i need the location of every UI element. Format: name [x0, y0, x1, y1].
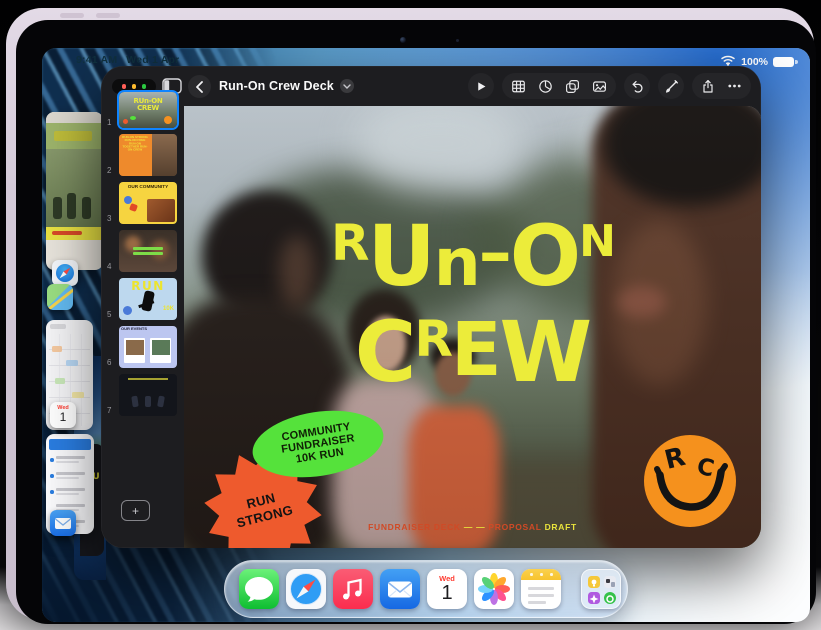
app-preview-safari[interactable] — [46, 112, 103, 270]
slide-thumbnail-5[interactable]: RUN 10K — [119, 278, 177, 320]
smile-icon — [644, 435, 736, 527]
slide-thumbnail-row: 7 — [107, 374, 179, 416]
screen: 9:41 AMWed 1 Apr 100% — [42, 48, 810, 622]
slide-title-line-1[interactable]: RUn–ON — [331, 214, 614, 298]
dock: Wed1 — [224, 560, 628, 618]
volume-up-button — [60, 13, 84, 18]
shapes-button[interactable] — [565, 79, 580, 94]
ipad-device: 9:41 AMWed 1 Apr 100% — [6, 8, 814, 620]
slide-thumbnail-1[interactable]: RUn-ONCREW — [119, 92, 177, 128]
slide-thumbnail-row: 5 RUN 10K — [107, 278, 179, 320]
music-app-icon[interactable] — [333, 569, 373, 609]
play-button[interactable] — [468, 73, 494, 99]
slide-thumbnail-row: 1 RUn-ONCREW — [107, 92, 179, 128]
back-button[interactable] — [188, 75, 211, 98]
rc-smiley-sticker[interactable]: R C — [644, 435, 736, 527]
safari-icon — [52, 260, 78, 286]
table-button[interactable] — [511, 79, 526, 94]
media-button[interactable] — [592, 79, 607, 94]
notes-app-icon[interactable] — [521, 569, 561, 609]
maps-icon — [47, 284, 73, 310]
slide-number: 6 — [107, 358, 111, 367]
status-time: 9:41 AM — [76, 54, 117, 66]
front-bezel: 9:41 AMWed 1 Apr 100% — [16, 20, 816, 624]
slide-thumbnail-row: 4 — [107, 230, 179, 272]
camera-sensor — [456, 39, 459, 42]
slide-thumbnail-row: 2 RUN-ON STRONG RUN-ON FREE RUN-ON TOGET… — [107, 134, 179, 176]
keynote-window[interactable]: Run-On Crew Deck — [101, 66, 761, 548]
mail-icon — [50, 510, 76, 536]
slide-number: 2 — [107, 166, 111, 175]
status-date: Wed 1 Apr — [126, 54, 179, 66]
slide-thumbnail-row: 6 OUR EVENTS — [107, 326, 179, 368]
mail-app-icon[interactable] — [380, 569, 420, 609]
slide-thumbnail-4[interactable] — [119, 230, 177, 272]
slide-thumbnail-row: 3 OUR COMMUNITY — [107, 182, 179, 224]
undo-button[interactable] — [624, 73, 650, 99]
more-button[interactable] — [727, 79, 742, 93]
title-chevron-down-icon[interactable] — [340, 79, 354, 93]
slide-title-line-2[interactable]: CREW — [355, 310, 590, 394]
slide-number: 1 — [107, 118, 111, 127]
slide-thumbnail-6[interactable]: OUR EVENTS — [119, 326, 177, 368]
slide-thumbnail-3[interactable]: OUR COMMUNITY — [119, 182, 177, 224]
slide-number: 3 — [107, 214, 111, 223]
app-library-icon[interactable] — [581, 569, 621, 609]
photos-app-icon[interactable] — [474, 569, 514, 609]
front-camera — [400, 37, 406, 43]
close-dot-icon — [122, 84, 127, 89]
slide-canvas[interactable]: RUn–ON CREW RUNSTRONG COMMUNITY FUNDRAIS… — [184, 106, 761, 548]
minimize-dot-icon — [132, 84, 137, 89]
add-slide-button[interactable]: + — [121, 500, 150, 521]
format-brush-button[interactable] — [658, 73, 684, 99]
slide-number: 5 — [107, 310, 111, 319]
slide-thumbnail-7[interactable] — [119, 374, 177, 416]
document-title-label: Run-On Crew Deck — [219, 79, 334, 93]
messages-app-icon[interactable] — [239, 569, 279, 609]
volume-down-button — [96, 13, 120, 18]
battery-icon — [773, 57, 794, 68]
slide-thumbnail-2[interactable]: RUN-ON STRONG RUN-ON FREE RUN-ON TOGETHE… — [119, 134, 177, 176]
zoom-dot-icon — [142, 84, 147, 89]
document-title[interactable]: Run-On Crew Deck — [219, 66, 354, 106]
slide-number: 4 — [107, 262, 111, 271]
share-more-group — [692, 73, 751, 99]
share-button[interactable] — [701, 79, 715, 94]
calendar-icon: Wed1 — [50, 402, 76, 428]
calendar-app-icon[interactable]: Wed1 — [427, 569, 467, 609]
slide-number: 7 — [107, 406, 111, 415]
safari-app-icon[interactable] — [286, 569, 326, 609]
insert-group — [502, 73, 616, 99]
chart-button[interactable] — [538, 79, 553, 94]
